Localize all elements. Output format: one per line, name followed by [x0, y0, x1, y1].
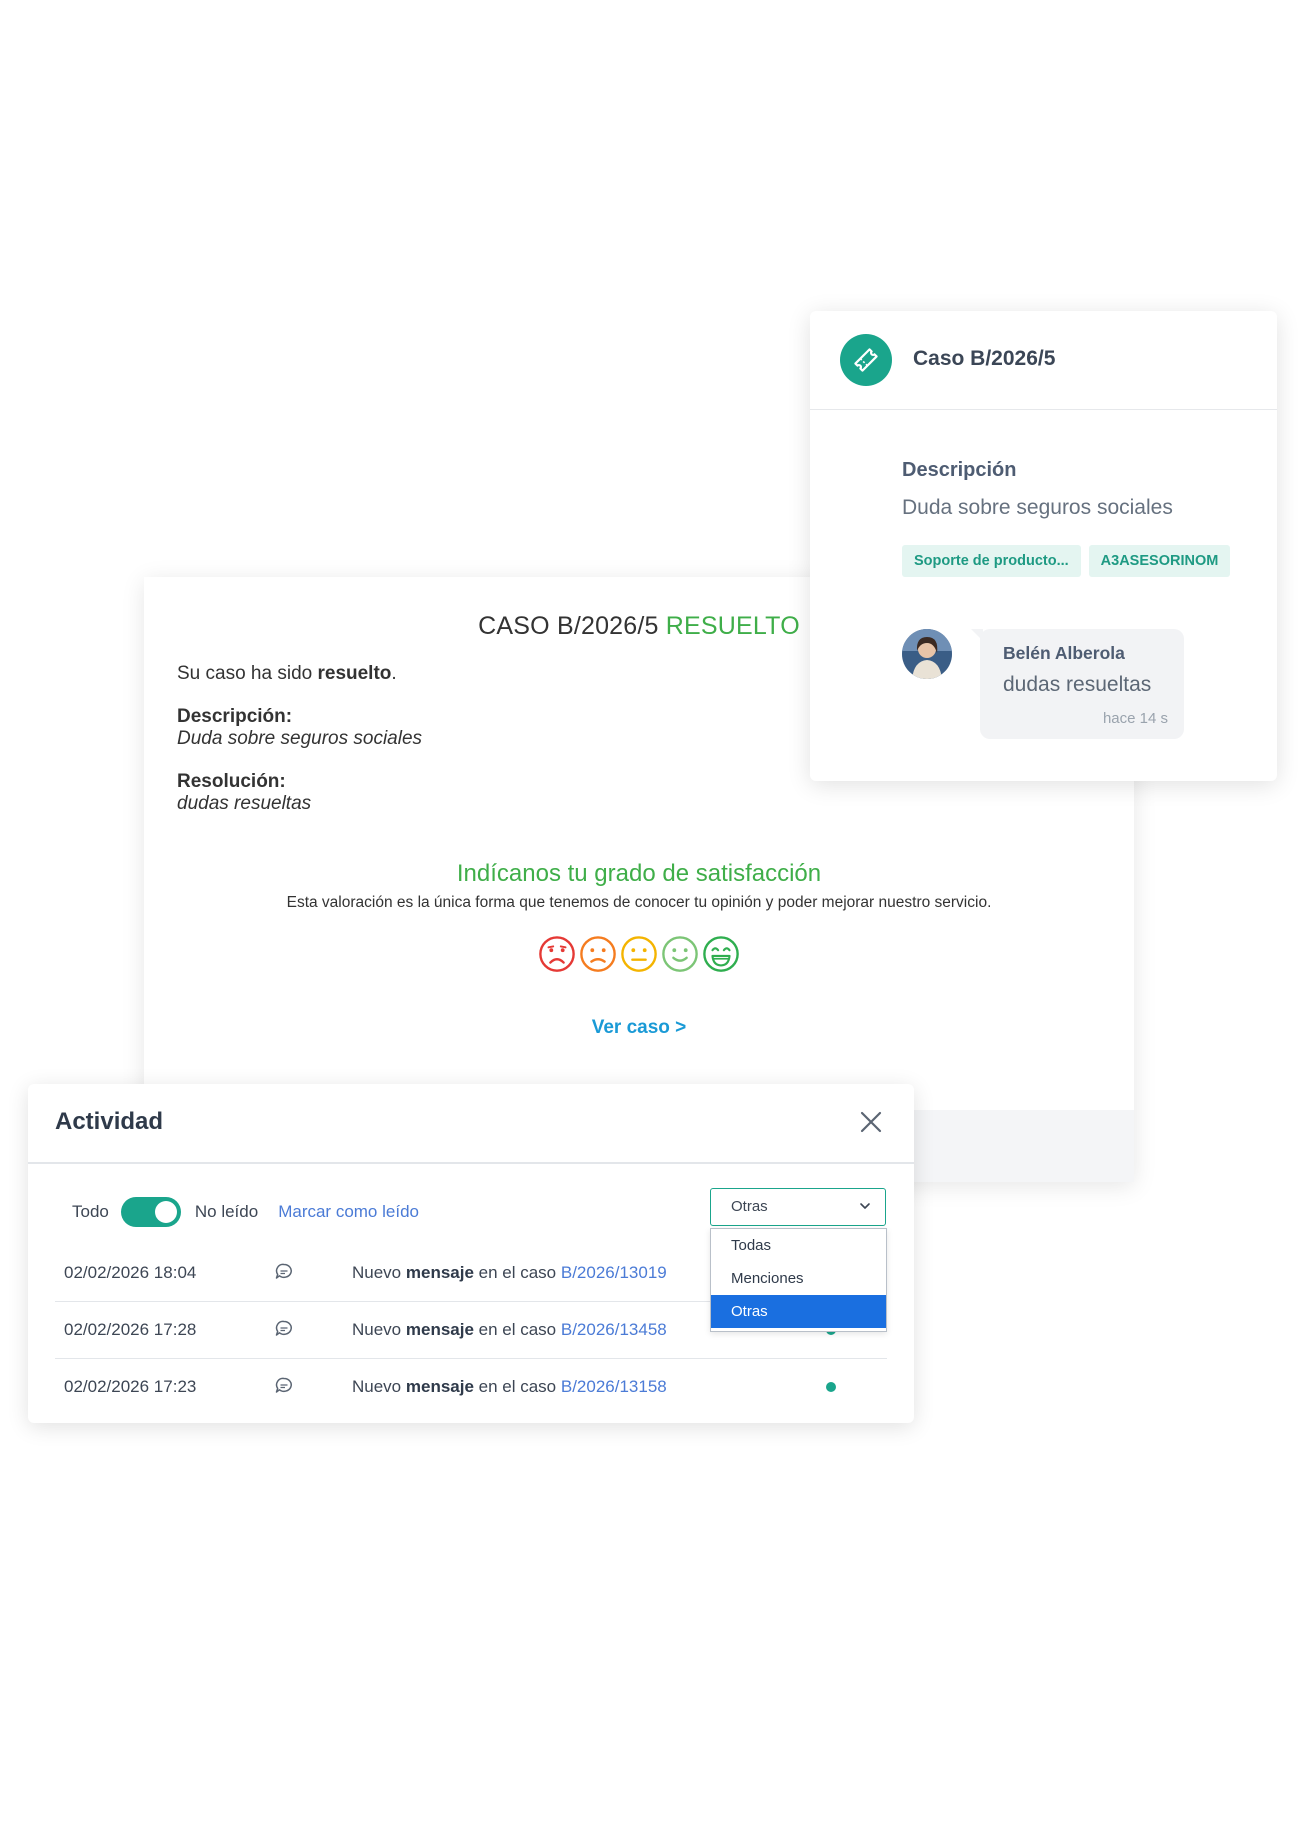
type-dropdown: Todas Menciones Otras	[710, 1228, 887, 1332]
very-sad-face-icon[interactable]	[538, 935, 576, 973]
case-title: Caso B/2026/5	[913, 347, 1056, 370]
tag-product-support[interactable]: Soporte de producto...	[902, 545, 1081, 577]
case-link[interactable]: B/2026/13158	[561, 1377, 667, 1396]
filter-unread-label: No leído	[194, 1202, 259, 1221]
email-title-status: RESUELTO	[665, 612, 800, 640]
tag-product-code[interactable]: A3ASESORINOM	[1088, 545, 1231, 577]
activity-date: 02/02/2026 17:28	[64, 1320, 197, 1339]
neutral-face-icon[interactable]	[620, 935, 658, 973]
satisfaction-title: Indícanos tu grado de satisfacción	[456, 860, 822, 887]
activity-text: Nuevo mensaje en el caso B/2026/13019	[352, 1263, 667, 1282]
comment-author: Belén Alberola	[1003, 643, 1125, 663]
sad-face-icon[interactable]	[579, 935, 617, 973]
case-header: Caso B/2026/5	[810, 311, 1277, 410]
chat-bubble-icon	[275, 1263, 292, 1279]
activity-row[interactable]: 02/02/2026 17:23 Nuevo mensaje en el cas…	[55, 1359, 887, 1415]
activity-text: Nuevo mensaje en el caso B/2026/13158	[352, 1377, 667, 1396]
satisfaction-rating	[538, 935, 740, 975]
email-title-case: CASO B/2026/5	[478, 612, 659, 640]
mark-as-read-link[interactable]: Marcar como leído	[278, 1202, 419, 1222]
comment-time: hace 14 s	[1102, 710, 1168, 727]
case-card: Caso B/2026/5 Descripción Duda sobre seg…	[810, 311, 1277, 781]
filter-all-label: Todo	[72, 1202, 109, 1221]
dropdown-option-todas[interactable]: Todas	[711, 1229, 886, 1262]
email-intro-bold: resuelto	[317, 663, 392, 684]
toggle-knob	[154, 1201, 177, 1223]
activity-text: Nuevo mensaje en el caso B/2026/13458	[352, 1320, 667, 1339]
chat-bubble-icon	[275, 1377, 292, 1393]
satisfaction-subtitle: Esta valoración es la única forma que te…	[286, 894, 992, 911]
ticket-icon	[840, 334, 892, 386]
comment-bubble: Belén Alberola dudas resueltas hace 14 s	[971, 629, 1184, 739]
case-description-value: Duda sobre seguros sociales	[902, 496, 1173, 519]
chevron-down-icon	[860, 1203, 870, 1209]
unread-dot	[826, 1382, 836, 1392]
close-icon[interactable]	[858, 1109, 884, 1135]
case-tags: Soporte de producto... A3ASESORINOM	[902, 545, 1231, 577]
activity-date: 02/02/2026 17:23	[64, 1377, 197, 1396]
smile-face-icon[interactable]	[661, 935, 699, 973]
activity-header: Actividad	[28, 1084, 914, 1164]
type-select[interactable]: Otras	[710, 1188, 886, 1226]
dropdown-option-otras[interactable]: Otras	[711, 1295, 886, 1328]
view-case-link[interactable]: Ver caso >	[144, 1017, 1134, 1039]
chat-bubble-icon	[275, 1320, 292, 1336]
very-happy-face-icon[interactable]	[702, 935, 740, 973]
avatar	[902, 629, 952, 679]
dropdown-option-menciones[interactable]: Menciones	[711, 1262, 886, 1295]
unread-toggle[interactable]	[120, 1197, 181, 1227]
case-link[interactable]: B/2026/13019	[561, 1263, 667, 1282]
case-link[interactable]: B/2026/13458	[561, 1320, 667, 1339]
email-resolution-value: dudas resueltas	[177, 793, 312, 814]
activity-date: 02/02/2026 18:04	[64, 1263, 197, 1282]
activity-filter: Todo No leído Marcar como leído	[72, 1195, 419, 1229]
type-select-value: Otras	[731, 1198, 768, 1215]
case-description-label: Descripción	[902, 459, 1017, 481]
activity-panel: Actividad Todo No leído Marcar como leíd…	[28, 1084, 914, 1423]
activity-title: Actividad	[55, 1108, 164, 1135]
comment-message: dudas resueltas	[1003, 673, 1152, 696]
